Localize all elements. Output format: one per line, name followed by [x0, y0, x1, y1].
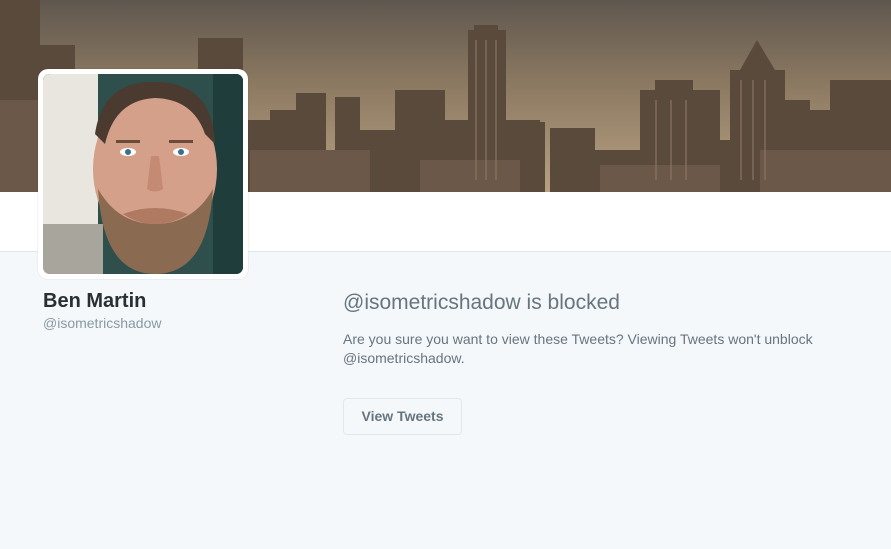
avatar-image [43, 74, 243, 274]
profile-handle[interactable]: @isometricshadow [43, 314, 161, 332]
blocked-title: @isometricshadow is blocked [343, 291, 620, 314]
profile-page: Ben Martin @isometricshadow @isometricsh… [0, 0, 891, 549]
profile-name[interactable]: Ben Martin [43, 288, 146, 314]
view-tweets-button[interactable]: View Tweets [343, 398, 462, 435]
avatar[interactable] [38, 69, 248, 279]
blocked-description: Are you sure you want to view these Twee… [343, 331, 813, 366]
